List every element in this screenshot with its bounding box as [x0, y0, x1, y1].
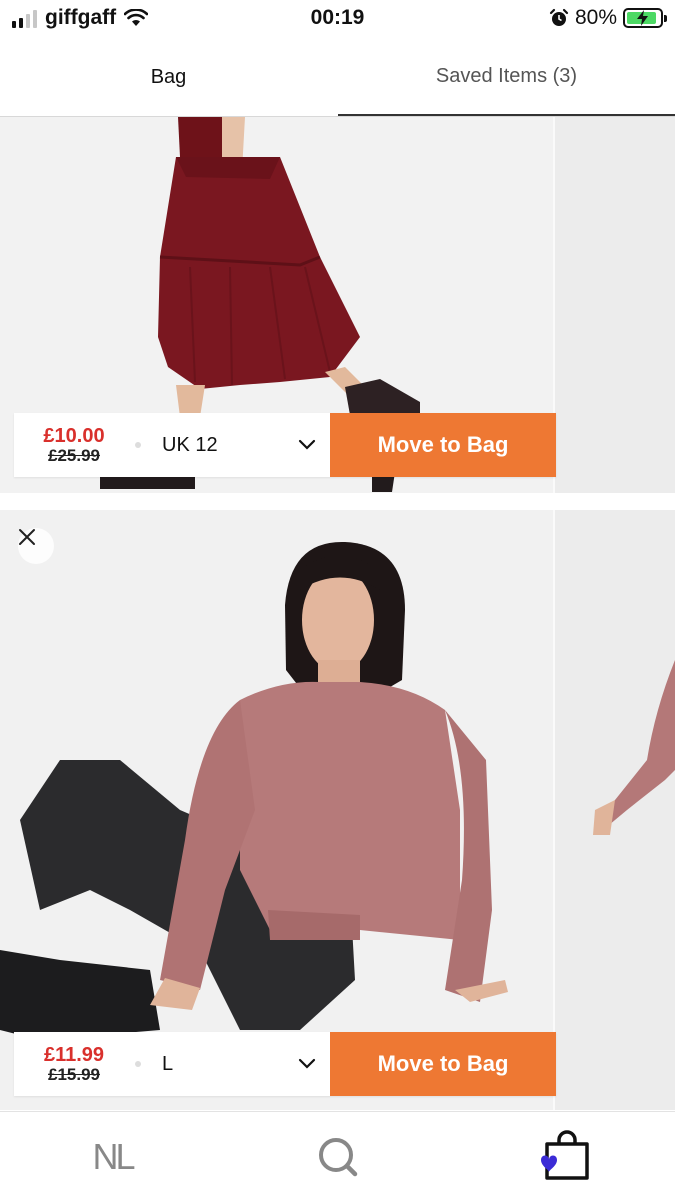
move-to-bag-button[interactable]: Move to Bag	[330, 413, 556, 477]
search-icon	[318, 1137, 357, 1176]
alarm-icon	[549, 8, 569, 26]
price-block: £11.99 £15.99	[14, 1032, 134, 1096]
bag-icon	[540, 1129, 589, 1180]
close-icon	[19, 529, 35, 545]
move-to-bag-button[interactable]: Move to Bag	[330, 1032, 556, 1096]
bottom-nav: NL	[0, 1111, 675, 1201]
battery-charging-icon	[623, 8, 667, 28]
item-action-bar: £11.99 £15.99 L Move to Bag	[14, 1032, 556, 1096]
nav-bag[interactable]	[450, 1112, 675, 1201]
saved-item-card: £10.00 £25.99 UK 12 Move to Bag	[0, 117, 675, 493]
next-product-photo[interactable]	[555, 117, 675, 493]
status-right: 80%	[549, 6, 667, 30]
chevron-down-icon	[298, 1058, 316, 1069]
separator-dot	[134, 1032, 142, 1096]
original-price: £25.99	[48, 445, 100, 465]
home-logo-icon: NL	[92, 1135, 135, 1177]
tab-saved-items[interactable]: Saved Items (3)	[338, 38, 675, 116]
nav-home[interactable]: NL	[0, 1112, 225, 1201]
sale-price: £10.00	[43, 424, 105, 447]
saved-item-card: £11.99 £15.99 L Move to Bag	[0, 510, 675, 1110]
sale-price: £11.99	[43, 1043, 105, 1066]
price-block: £10.00 £25.99	[14, 413, 134, 477]
remove-item-button[interactable]	[18, 528, 54, 564]
separator-dot	[134, 413, 142, 477]
size-value: UK 12	[162, 433, 218, 456]
tab-bag[interactable]: Bag	[0, 38, 337, 116]
saved-tabs: Bag Saved Items (3)	[0, 38, 675, 117]
next-product-photo[interactable]	[555, 510, 675, 1110]
nav-search[interactable]	[225, 1112, 450, 1201]
size-select[interactable]: L	[142, 1032, 330, 1096]
chevron-down-icon	[298, 439, 316, 450]
size-select[interactable]: UK 12	[142, 413, 330, 477]
battery-percent: 80%	[574, 6, 617, 29]
item-action-bar: £10.00 £25.99 UK 12 Move to Bag	[14, 413, 556, 477]
jumper-photo[interactable]	[0, 510, 553, 1110]
status-bar: giffgaff 00:19 80%	[0, 0, 675, 38]
size-value: L	[162, 1052, 174, 1075]
original-price: £15.99	[48, 1064, 100, 1084]
